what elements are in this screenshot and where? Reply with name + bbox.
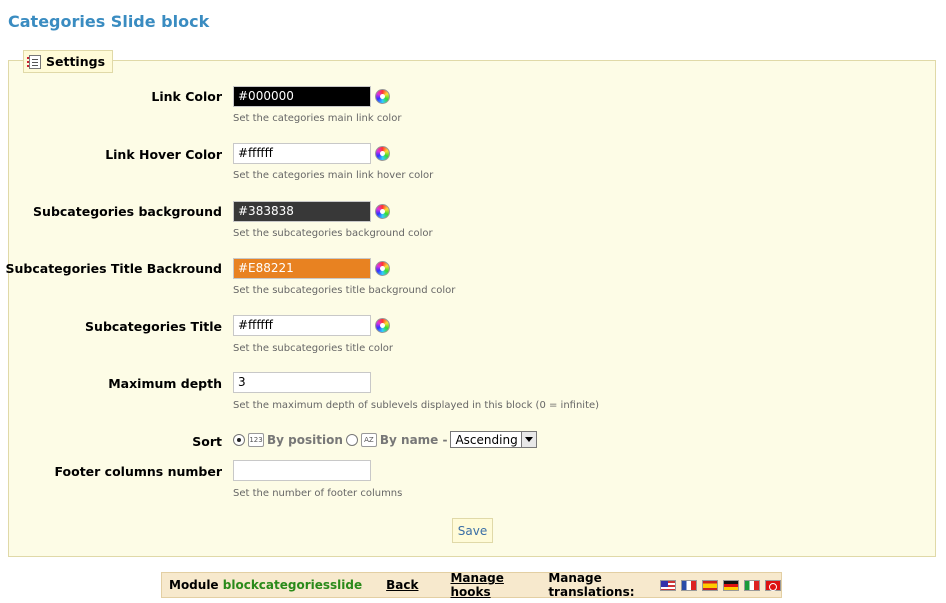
subcat-background-input[interactable]: #383838 [233, 201, 371, 222]
page-title: Categories Slide block [8, 12, 210, 31]
fr-flag-icon[interactable] [681, 579, 697, 591]
max-depth-input[interactable]: 3 [233, 372, 371, 393]
us-flag-icon[interactable] [660, 579, 676, 591]
subcat-background-field: #383838 [233, 201, 390, 222]
color-picker-icon[interactable] [375, 89, 390, 104]
footer-columns-input[interactable] [233, 460, 371, 481]
color-picker-icon[interactable] [375, 261, 390, 276]
subcat-background-hint: Set the subcategories background color [233, 228, 433, 239]
dropdown-arrow-icon[interactable] [520, 432, 536, 447]
link-color-hint: Set the categories main link color [233, 113, 402, 124]
sort-label: Sort [192, 434, 222, 449]
sort-order-select[interactable]: Ascending [450, 431, 537, 448]
subcat-title-input[interactable]: #ffffff [233, 315, 371, 336]
subcat-title-label: Subcategories Title [85, 319, 222, 334]
link-hover-color-field: #ffffff [233, 143, 390, 164]
color-picker-icon[interactable] [375, 204, 390, 219]
it-flag-icon[interactable] [744, 579, 760, 591]
link-color-input[interactable]: #000000 [233, 86, 371, 107]
subcat-background-label: Subcategories background [33, 204, 222, 219]
sort-by-name-icon: AZ [360, 432, 377, 447]
back-link[interactable]: Back [386, 578, 418, 592]
module-name: blockcategoriesslide [222, 578, 363, 592]
link-color-field: #000000 [233, 86, 390, 107]
max-depth-field: 3 [233, 372, 371, 393]
tr-flag-icon[interactable] [765, 579, 781, 591]
manage-translations-label: Manage translations: [548, 571, 635, 599]
link-hover-color-input[interactable]: #ffffff [233, 143, 371, 164]
sort-field: 123 By position AZ By name - Ascending [233, 431, 537, 448]
link-hover-color-hint: Set the categories main link hover color [233, 170, 434, 181]
sort-by-position-radio[interactable] [233, 433, 245, 446]
footer-columns-hint: Set the number of footer columns [233, 488, 403, 499]
de-flag-icon[interactable] [723, 579, 739, 591]
sort-by-name-label[interactable]: By name - [380, 433, 448, 447]
sort-order-value: Ascending [455, 432, 518, 447]
module-prefix: Module [169, 578, 219, 592]
footer-columns-field [233, 460, 371, 481]
subcat-title-background-field: #E88221 [233, 258, 390, 279]
settings-legend: Settings [23, 50, 114, 73]
subcat-title-field: #ffffff [233, 315, 390, 336]
sort-by-name-radio[interactable] [345, 433, 358, 446]
color-picker-icon[interactable] [375, 318, 390, 333]
save-button[interactable]: Save [452, 518, 493, 543]
color-picker-icon[interactable] [375, 146, 390, 161]
es-flag-icon[interactable] [702, 579, 718, 591]
sort-by-position-label[interactable]: By position [267, 433, 343, 447]
sort-by-position-icon: 123 [248, 432, 264, 447]
settings-document-icon [27, 54, 41, 69]
subcat-title-background-input[interactable]: #E88221 [233, 258, 371, 279]
subcat-title-hint: Set the subcategories title color [233, 343, 394, 354]
settings-legend-label: Settings [46, 54, 106, 69]
link-color-label: Link Color [151, 89, 222, 104]
subcat-title-background-hint: Set the subcategories title background c… [233, 285, 456, 296]
footer-columns-label: Footer columns number [54, 464, 223, 479]
link-hover-color-label: Link Hover Color [105, 147, 222, 162]
manage-hooks-link[interactable]: Manage hooks [450, 571, 522, 599]
max-depth-label: Maximum depth [108, 376, 222, 391]
subcat-title-background-label: Subcategories Title Backround [5, 261, 223, 276]
max-depth-hint: Set the maximum depth of sublevels displ… [233, 400, 600, 411]
module-footer-bar: Module blockcategoriesslide Back Manage … [161, 571, 782, 599]
translation-flags [660, 579, 781, 591]
settings-panel: Settings Link Color #000000 Set the cate… [5, 50, 936, 557]
